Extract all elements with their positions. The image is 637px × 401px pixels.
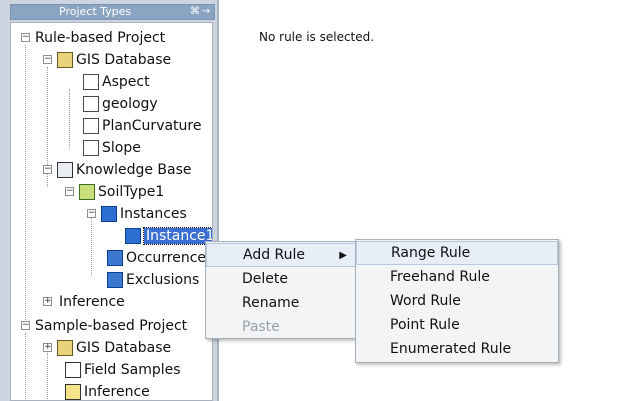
tree-node-label: PlanCurvature: [102, 118, 202, 134]
tree-node-label: Occurrences: [126, 250, 213, 266]
gis-database-icon: [57, 52, 73, 68]
tree-node-sample-based-project[interactable]: − Sample-based Project: [11, 315, 187, 337]
context-menu: Add Rule ▶ Delete Rename Paste: [205, 241, 357, 339]
menu-item-label: Range Rule: [391, 245, 471, 261]
tree-node-rule-based-project[interactable]: − Rule-based Project: [11, 27, 165, 49]
tree-node-label: Sample-based Project: [35, 318, 188, 334]
project-types-pane: Project Types ⌘ → − Rule-based Project −…: [0, 0, 218, 401]
tree-node-gis-database-sample[interactable]: + GIS Database: [11, 337, 171, 359]
tree-node-gis-database[interactable]: − GIS Database: [11, 49, 171, 71]
menu-item-freehand-rule[interactable]: Freehand Rule: [356, 265, 558, 289]
tree-node-label: Aspect: [102, 74, 150, 90]
project-tree: − Rule-based Project − GIS Database Aspe…: [10, 22, 213, 401]
pin-icon[interactable]: ⌘: [190, 5, 200, 19]
tree-node-label: Inference: [59, 294, 125, 310]
submenu-arrow-icon: ▶: [339, 249, 347, 261]
tree-node-label: GIS Database: [76, 340, 172, 356]
tree-node-aspect[interactable]: Aspect: [11, 71, 150, 93]
tree-node-inference-sample[interactable]: Inference: [11, 381, 150, 400]
tree-node-label: Rule-based Project: [35, 30, 166, 46]
tree-node-inference[interactable]: + Inference: [11, 291, 125, 313]
tree-node-label: GIS Database: [76, 52, 172, 68]
collapse-icon[interactable]: −: [87, 209, 96, 218]
menu-item-range-rule[interactable]: Range Rule: [356, 241, 558, 265]
layer-icon: [83, 96, 99, 112]
panel-header: Project Types ⌘ →: [10, 4, 215, 20]
tree-node-label: SoilType1: [98, 184, 165, 200]
menu-item-paste[interactable]: Paste: [206, 315, 356, 339]
inference-icon: [65, 384, 81, 400]
menu-item-delete[interactable]: Delete: [206, 267, 356, 291]
menu-item-point-rule[interactable]: Point Rule: [356, 313, 558, 337]
gis-database-icon: [57, 340, 73, 356]
tree-node-label: Inference: [84, 384, 150, 400]
knowledge-base-icon: [57, 162, 73, 178]
instances-icon: [101, 206, 117, 222]
menu-item-label: Word Rule: [390, 293, 461, 309]
menu-item-label: Freehand Rule: [390, 269, 490, 285]
tree-node-soiltype1[interactable]: − SoilType1: [11, 181, 164, 203]
tree-node-geology[interactable]: geology: [11, 93, 158, 115]
tree-node-label: Instances: [120, 206, 187, 222]
panel-title: Project Types: [59, 5, 132, 18]
menu-item-enumerated-rule[interactable]: Enumerated Rule: [356, 337, 558, 361]
collapse-icon[interactable]: −: [43, 165, 52, 174]
tree-node-label: geology: [102, 96, 158, 112]
occurrences-icon: [107, 250, 123, 266]
expand-icon[interactable]: +: [43, 297, 52, 306]
collapse-icon[interactable]: −: [21, 33, 30, 42]
selected-tree-node-label: Instance1: [142, 227, 212, 245]
layer-icon: [83, 118, 99, 134]
menu-item-label: Enumerated Rule: [390, 341, 512, 357]
instance-icon: [125, 228, 141, 244]
tree-node-label: Slope: [102, 140, 141, 156]
soil-type-icon: [79, 184, 95, 200]
no-rule-message: No rule is selected.: [259, 30, 375, 44]
layer-icon: [83, 74, 99, 90]
tree-node-instance1[interactable]: Instance1: [11, 225, 212, 247]
expand-icon[interactable]: +: [43, 343, 52, 352]
menu-item-label: Paste: [242, 319, 280, 335]
menu-item-label: Delete: [242, 271, 288, 287]
menu-item-rename[interactable]: Rename: [206, 291, 356, 315]
tree-node-label: Knowledge Base: [76, 162, 192, 178]
collapse-icon[interactable]: −: [43, 55, 52, 64]
collapse-icon[interactable]: −: [65, 187, 74, 196]
menu-item-label: Point Rule: [390, 317, 460, 333]
menu-item-label: Rename: [242, 295, 300, 311]
tree-node-plancurvature[interactable]: PlanCurvature: [11, 115, 201, 137]
menu-item-word-rule[interactable]: Word Rule: [356, 289, 558, 313]
tree-node-exclusions[interactable]: Exclusions: [11, 269, 199, 291]
app-window: Project Types ⌘ → − Rule-based Project −…: [0, 0, 637, 401]
tree-node-knowledge-base[interactable]: − Knowledge Base: [11, 159, 192, 181]
menu-item-label: Add Rule: [243, 247, 306, 263]
field-samples-icon: [65, 362, 81, 378]
tree-node-slope[interactable]: Slope: [11, 137, 141, 159]
tree-node-label: Exclusions: [126, 272, 200, 288]
collapse-icon[interactable]: −: [21, 321, 30, 330]
add-rule-submenu: Range Rule Freehand Rule Word Rule Point…: [355, 239, 559, 363]
tree-node-occurrences[interactable]: Occurrences: [11, 247, 213, 269]
tree-node-field-samples[interactable]: Field Samples: [11, 359, 181, 381]
close-icon[interactable]: →: [201, 5, 211, 19]
menu-item-add-rule[interactable]: Add Rule ▶: [206, 243, 356, 267]
tree-node-instances[interactable]: − Instances: [11, 203, 187, 225]
layer-icon: [83, 140, 99, 156]
exclusions-icon: [107, 272, 123, 288]
tree-node-label: Field Samples: [84, 362, 181, 378]
